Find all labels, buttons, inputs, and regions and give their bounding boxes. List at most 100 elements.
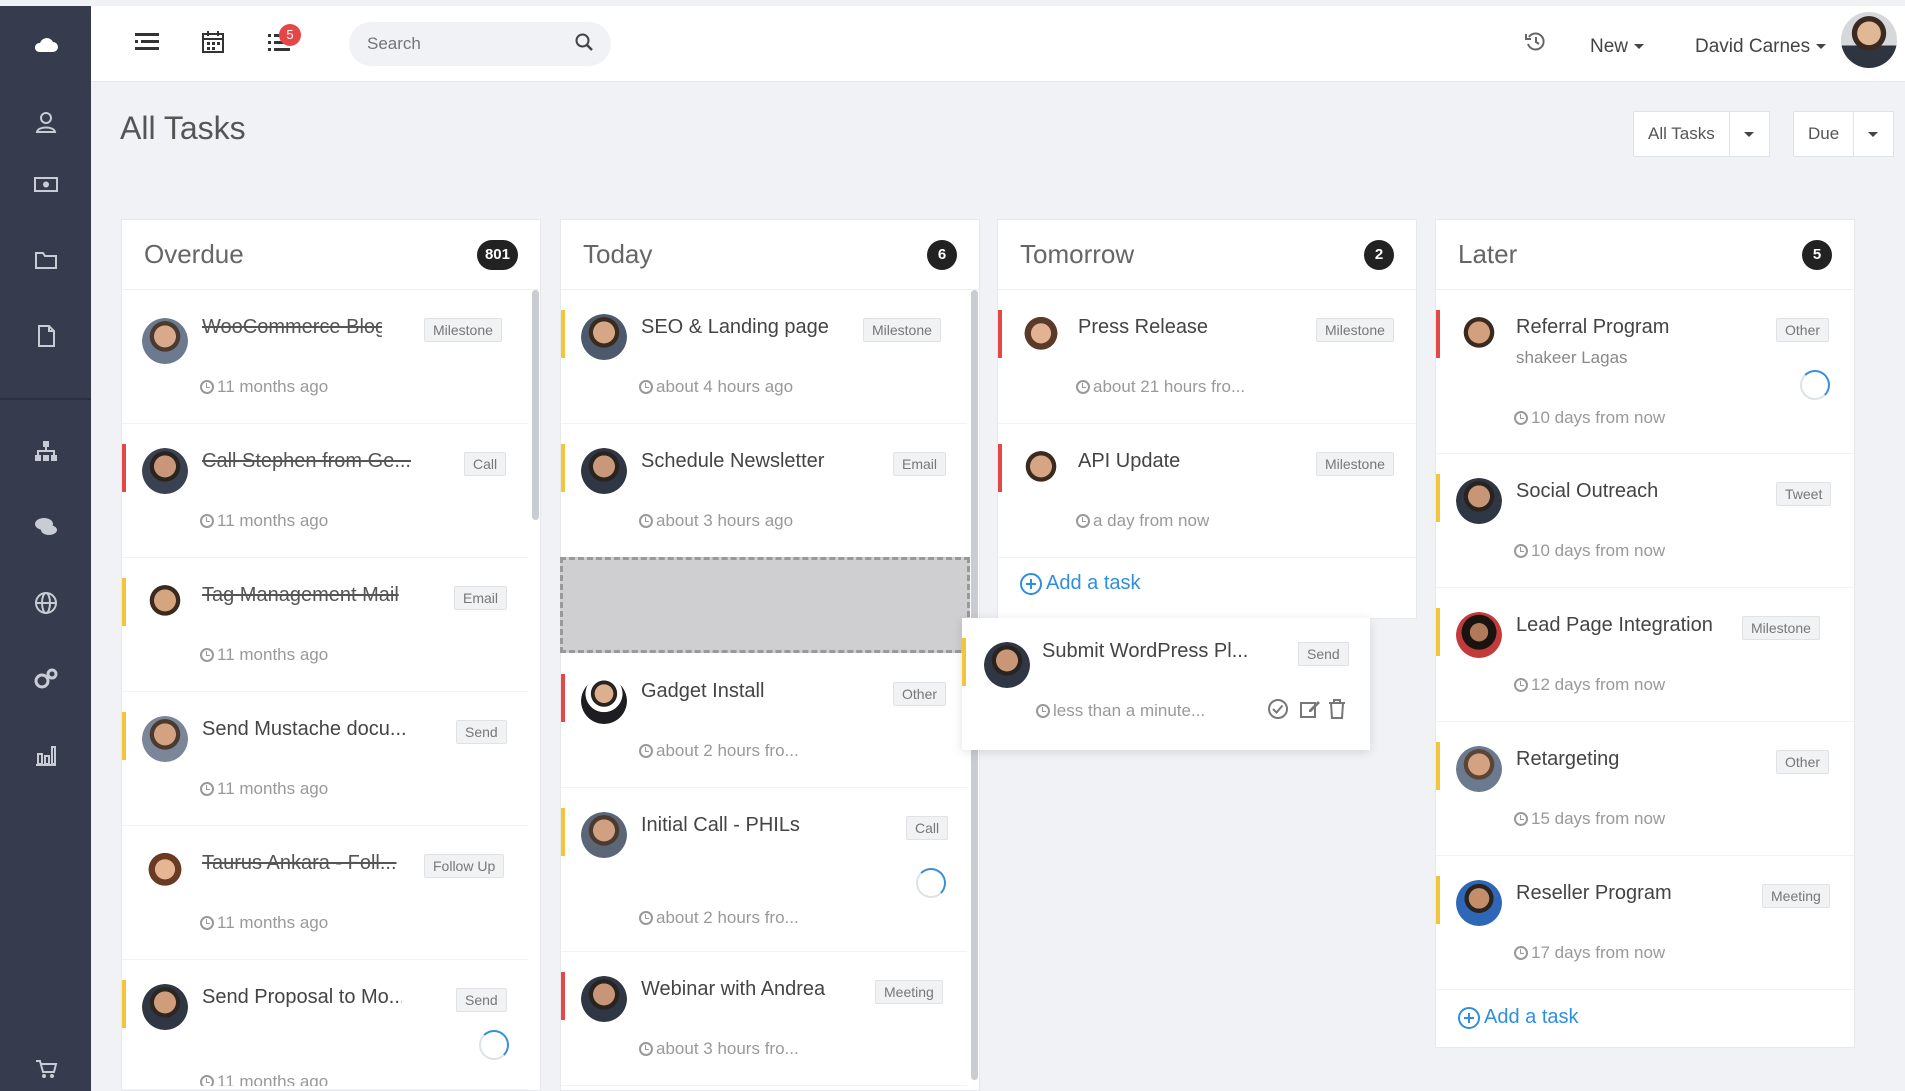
task-card[interactable]: Referral Program shakeer Lagas Other 10 … (1436, 290, 1854, 454)
cloud-icon (33, 33, 59, 64)
task-card[interactable]: Retargeting Other 15 days from now (1436, 722, 1854, 856)
sort-dropdown[interactable]: Due (1793, 111, 1894, 157)
task-title[interactable]: Social Outreach (1516, 480, 1716, 503)
loading-spinner-icon (1800, 370, 1830, 400)
clock-icon (639, 1042, 653, 1056)
priority-bar (1436, 310, 1440, 358)
sidebar-item-organization[interactable] (0, 423, 91, 483)
task-card[interactable]: Social Outreach Tweet 10 days from now (1436, 454, 1854, 588)
sidebar-item-web[interactable] (0, 575, 91, 635)
task-due: 17 days from now (1514, 943, 1665, 963)
task-card[interactable]: WooCommerce Blog Milestone 11 months ago (122, 290, 528, 424)
list-view-button[interactable] (133, 30, 161, 58)
column-count-badge: 6 (927, 239, 957, 270)
task-card[interactable]: Press Release Milestone about 21 hours f… (998, 290, 1416, 424)
avatar (142, 984, 188, 1030)
sidebar-item-store[interactable] (0, 1041, 91, 1091)
caret-down-icon (1634, 44, 1645, 50)
clock-icon (639, 514, 653, 528)
sidebar-item-reports[interactable] (0, 727, 91, 787)
sidebar-item-deals[interactable] (0, 156, 91, 216)
add-task-button[interactable]: Add a task (1458, 1006, 1579, 1029)
task-tag: Send (456, 720, 507, 744)
avatar (142, 850, 188, 896)
task-card[interactable]: Tag Management Mail Email 11 months ago (122, 558, 528, 692)
add-task-button[interactable]: Add a task (1020, 572, 1141, 595)
dragging-task-card[interactable]: Submit WordPress Pl... Send less than a … (962, 618, 1370, 750)
task-title[interactable]: Taurus Ankara - Foll... (202, 852, 402, 875)
task-due: 11 months ago (200, 913, 328, 933)
task-card[interactable]: SEO & Landing page Milestone about 4 hou… (561, 290, 967, 424)
search-input[interactable] (367, 34, 547, 54)
task-title[interactable]: Retargeting (1516, 748, 1716, 771)
task-card[interactable]: Schedule Newsletter Email about 3 hours … (561, 424, 967, 558)
task-title[interactable]: Initial Call - PHILs (641, 814, 851, 837)
user-avatar[interactable] (1841, 12, 1897, 68)
task-card[interactable]: Gadget Install Other about 2 hours fro..… (561, 654, 967, 788)
task-title[interactable]: Tag Management Mail (202, 584, 402, 607)
priority-bar (1436, 876, 1440, 924)
calendar-view-button[interactable] (199, 30, 227, 58)
new-menu[interactable]: New (1590, 36, 1645, 58)
avatar (142, 582, 188, 628)
task-due: about 3 hours fro... (639, 1039, 799, 1059)
filter-dropdown[interactable]: All Tasks (1633, 111, 1770, 157)
chat-icon (33, 514, 59, 545)
task-tag: Call (906, 816, 949, 840)
task-card[interactable]: Initial Call - PHILs Call about 2 hours … (561, 788, 967, 952)
sidebar-item-home[interactable] (0, 18, 91, 78)
task-card[interactable]: Webinar with Andrea Meeting about 3 hour… (561, 952, 967, 1086)
task-title[interactable]: Lead Page Integration (1516, 614, 1726, 637)
task-title[interactable]: Webinar with Andrea (641, 978, 861, 1001)
sidebar-item-conversations[interactable] (0, 499, 91, 559)
task-title[interactable]: Press Release (1078, 316, 1278, 339)
caret-down-icon[interactable] (1730, 112, 1768, 156)
avatar (1456, 478, 1502, 524)
clock-icon (1514, 544, 1528, 558)
task-card[interactable]: Reseller Program Meeting 17 days from no… (1436, 856, 1854, 990)
task-due: about 21 hours fro... (1076, 377, 1276, 397)
task-card[interactable]: Call Stephen from Ge... Call 11 months a… (122, 424, 528, 558)
notification-badge: 5 (279, 24, 301, 46)
clock-icon (200, 1075, 214, 1086)
complete-icon[interactable] (1267, 698, 1289, 725)
task-title[interactable]: WooCommerce Blog (202, 316, 382, 339)
history-button[interactable] (1522, 30, 1550, 58)
search-box[interactable] (349, 22, 611, 66)
task-due: 12 days from now (1514, 675, 1665, 695)
task-title[interactable]: Send Mustache docu... (202, 718, 412, 741)
task-title[interactable]: Call Stephen from Ge... (202, 450, 412, 473)
user-menu[interactable]: David Carnes (1695, 36, 1827, 58)
task-list-button[interactable]: 5 (265, 24, 301, 58)
task-card[interactable]: API Update Milestone a day from now (998, 424, 1416, 558)
clock-icon (200, 514, 214, 528)
task-title[interactable]: SEO & Landing page (641, 316, 851, 339)
delete-icon[interactable] (1327, 698, 1347, 725)
avatar (1456, 746, 1502, 792)
task-card[interactable]: Send Proposal to Mo... Send 11 months ag… (122, 960, 528, 1090)
task-title[interactable]: Submit WordPress Pl... (1042, 640, 1248, 663)
task-title[interactable]: Gadget Install (641, 680, 851, 703)
sidebar-item-contacts[interactable] (0, 94, 91, 154)
sidebar-item-settings[interactable] (0, 651, 91, 711)
task-due: about 3 hours ago (639, 511, 793, 531)
task-card[interactable]: Send Mustache docu... Send 11 months ago (122, 692, 528, 826)
task-title[interactable]: Send Proposal to Mo... (202, 986, 402, 1009)
task-title[interactable]: Referral Program (1516, 316, 1716, 339)
sidebar-item-documents[interactable] (0, 232, 91, 292)
caret-down-icon[interactable] (1854, 112, 1892, 156)
task-tag: Other (1776, 318, 1830, 342)
task-title[interactable]: Reseller Program (1516, 882, 1716, 905)
clock-icon (200, 782, 214, 796)
edit-icon[interactable] (1299, 698, 1321, 725)
priority-bar (561, 310, 565, 358)
task-card[interactable]: Lead Page Integration Milestone 12 days … (1436, 588, 1854, 722)
search-icon[interactable] (575, 33, 593, 56)
sidebar-item-files[interactable] (0, 308, 91, 368)
task-due: 11 months ago (200, 377, 328, 397)
drop-placeholder[interactable] (560, 557, 970, 653)
task-title[interactable]: Schedule Newsletter (641, 450, 851, 473)
scrollbar[interactable] (532, 290, 539, 520)
task-title[interactable]: API Update (1078, 450, 1278, 473)
task-card[interactable]: Taurus Ankara - Foll... Follow Up 11 mon… (122, 826, 528, 960)
